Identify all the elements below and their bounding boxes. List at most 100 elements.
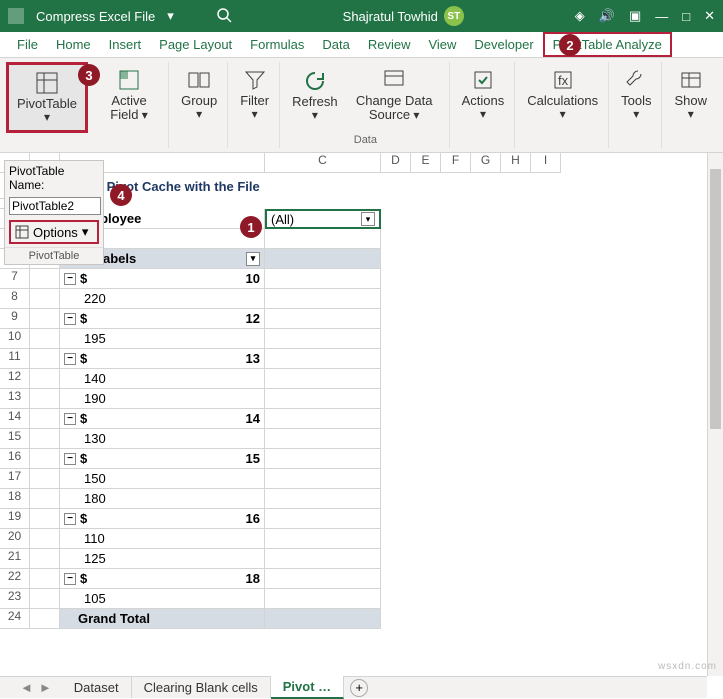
tab-formulas[interactable]: Formulas bbox=[241, 33, 313, 56]
add-sheet-button[interactable]: + bbox=[350, 679, 368, 697]
row-head-12[interactable]: 12 bbox=[0, 369, 30, 389]
watermark: wsxdn.com bbox=[658, 661, 717, 672]
dropdown-icon[interactable]: ▾ bbox=[167, 8, 174, 24]
show-button[interactable]: Show▾ bbox=[668, 64, 713, 125]
pivottable-button-highlight: PivotTable▾ bbox=[6, 62, 88, 133]
vertical-scrollbar[interactable] bbox=[707, 153, 723, 676]
collapse-icon[interactable]: − bbox=[64, 313, 76, 325]
row-head-13[interactable]: 13 bbox=[0, 389, 30, 409]
tab-data[interactable]: Data bbox=[313, 33, 358, 56]
active-field-button[interactable]: Active Field ▾ bbox=[94, 64, 164, 127]
collapse-icon[interactable]: − bbox=[64, 513, 76, 525]
row-head-23[interactable]: 23 bbox=[0, 589, 30, 609]
col-D[interactable]: D bbox=[381, 153, 411, 173]
sheet-tab-dataset[interactable]: Dataset bbox=[62, 677, 132, 698]
tools-button[interactable]: Tools▾ bbox=[615, 64, 657, 125]
user-name: Shajratul Towhid bbox=[343, 9, 438, 24]
pivot-item[interactable]: 195 bbox=[60, 329, 265, 349]
pivot-group-head[interactable]: −$16 bbox=[60, 509, 265, 529]
pivottable-button[interactable]: PivotTable▾ bbox=[11, 67, 83, 128]
calculations-button[interactable]: fx Calculations▾ bbox=[521, 64, 604, 125]
row-head-14[interactable]: 14 bbox=[0, 409, 30, 429]
row-head-9[interactable]: 9 bbox=[0, 309, 30, 329]
sheet-tab-pivot[interactable]: Pivot … bbox=[271, 676, 344, 699]
data-group-label: Data bbox=[354, 134, 377, 146]
pivot-item[interactable]: 190 bbox=[60, 389, 265, 409]
row-head-8[interactable]: 8 bbox=[0, 289, 30, 309]
collapse-icon[interactable]: − bbox=[64, 353, 76, 365]
collapse-icon[interactable]: − bbox=[64, 413, 76, 425]
ribbon: 3 PivotTable▾ Active Field ▾ Group▾ Filt… bbox=[0, 58, 723, 153]
options-button[interactable]: Options ▾ bbox=[9, 220, 99, 244]
pivot-group-head[interactable]: −$14 bbox=[60, 409, 265, 429]
row-head-21[interactable]: 21 bbox=[0, 549, 30, 569]
sheet-tab-clearing[interactable]: Clearing Blank cells bbox=[132, 677, 271, 698]
row-head-15[interactable]: 15 bbox=[0, 429, 30, 449]
row-head-19[interactable]: 19 bbox=[0, 509, 30, 529]
pivot-item[interactable]: 150 bbox=[60, 469, 265, 489]
collapse-icon[interactable]: − bbox=[64, 573, 76, 585]
maximize-button[interactable]: □ bbox=[682, 9, 690, 24]
pivot-group-head[interactable]: −$10 bbox=[60, 269, 265, 289]
col-G[interactable]: G bbox=[471, 153, 501, 173]
row-head-11[interactable]: 11 bbox=[0, 349, 30, 369]
worksheet-grid[interactable]: C D E F G H I ng the Pivot Cache with th… bbox=[0, 153, 707, 678]
tab-file[interactable]: File bbox=[8, 33, 47, 56]
tab-home[interactable]: Home bbox=[47, 33, 100, 56]
collapse-icon[interactable]: − bbox=[64, 453, 76, 465]
pivot-item[interactable]: 105 bbox=[60, 589, 265, 609]
minimize-button[interactable]: — bbox=[655, 9, 668, 24]
col-F[interactable]: F bbox=[441, 153, 471, 173]
refresh-button[interactable]: Refresh▾ bbox=[286, 64, 344, 127]
pivot-item[interactable]: 220 bbox=[60, 289, 265, 309]
speaker-icon[interactable]: 🔊 bbox=[599, 8, 615, 24]
avatar[interactable]: ST bbox=[444, 6, 464, 26]
tab-pagelayout[interactable]: Page Layout bbox=[150, 33, 241, 56]
sheet-nav-prev-icon[interactable]: ◄ bbox=[20, 680, 33, 695]
row-head-7[interactable]: 7 bbox=[0, 269, 30, 289]
row-head-17[interactable]: 17 bbox=[0, 469, 30, 489]
grand-total: Grand Total bbox=[60, 609, 265, 629]
pivot-group-head[interactable]: −$13 bbox=[60, 349, 265, 369]
col-C[interactable]: C bbox=[265, 153, 381, 173]
close-button[interactable]: ✕ bbox=[704, 8, 715, 24]
pivot-item[interactable]: 140 bbox=[60, 369, 265, 389]
field-dropdown-icon[interactable]: ▾ bbox=[361, 212, 375, 226]
group-button[interactable]: Group▾ bbox=[175, 64, 223, 125]
tab-developer[interactable]: Developer bbox=[465, 33, 542, 56]
rowlabels-dropdown-icon[interactable]: ▾ bbox=[246, 252, 260, 266]
tab-view[interactable]: View bbox=[419, 33, 465, 56]
pivot-item[interactable]: 180 bbox=[60, 489, 265, 509]
col-H[interactable]: H bbox=[501, 153, 531, 173]
pivot-item[interactable]: 130 bbox=[60, 429, 265, 449]
row-head-22[interactable]: 22 bbox=[0, 569, 30, 589]
autosave-icon[interactable] bbox=[8, 8, 24, 24]
pivottable-name-input[interactable] bbox=[9, 197, 101, 215]
pivot-group-head[interactable]: −$18 bbox=[60, 569, 265, 589]
tab-insert[interactable]: Insert bbox=[100, 33, 151, 56]
filter-button[interactable]: Filter▾ bbox=[234, 64, 275, 125]
callout-2: 2 bbox=[559, 34, 581, 56]
pivot-group-head[interactable]: −$15 bbox=[60, 449, 265, 469]
ribbon-tabs: File Home Insert Page Layout Formulas Da… bbox=[0, 32, 723, 58]
pivot-item[interactable]: 125 bbox=[60, 549, 265, 569]
search-icon[interactable] bbox=[216, 7, 232, 26]
collapse-icon[interactable]: − bbox=[64, 273, 76, 285]
sheet-nav-next-icon[interactable]: ► bbox=[39, 680, 52, 695]
col-I[interactable]: I bbox=[531, 153, 561, 173]
tab-review[interactable]: Review bbox=[359, 33, 420, 56]
ribbon-mode-icon[interactable]: ▣ bbox=[629, 8, 641, 24]
change-data-source-button[interactable]: Change Data Source ▾ bbox=[344, 64, 445, 127]
row-head-20[interactable]: 20 bbox=[0, 529, 30, 549]
row-head-16[interactable]: 16 bbox=[0, 449, 30, 469]
row-head-24[interactable]: 24 bbox=[0, 609, 30, 629]
titlebar: Compress Excel File ▾ Shajratul Towhid S… bbox=[0, 0, 723, 32]
row-head-18[interactable]: 18 bbox=[0, 489, 30, 509]
pivot-item[interactable]: 110 bbox=[60, 529, 265, 549]
row-head-10[interactable]: 10 bbox=[0, 329, 30, 349]
col-E[interactable]: E bbox=[411, 153, 441, 173]
diamond-icon[interactable]: ◈ bbox=[575, 8, 585, 24]
actions-button[interactable]: Actions▾ bbox=[456, 64, 511, 125]
pivot-field-value[interactable]: (All) ▾ bbox=[265, 209, 381, 229]
pivot-group-head[interactable]: −$12 bbox=[60, 309, 265, 329]
